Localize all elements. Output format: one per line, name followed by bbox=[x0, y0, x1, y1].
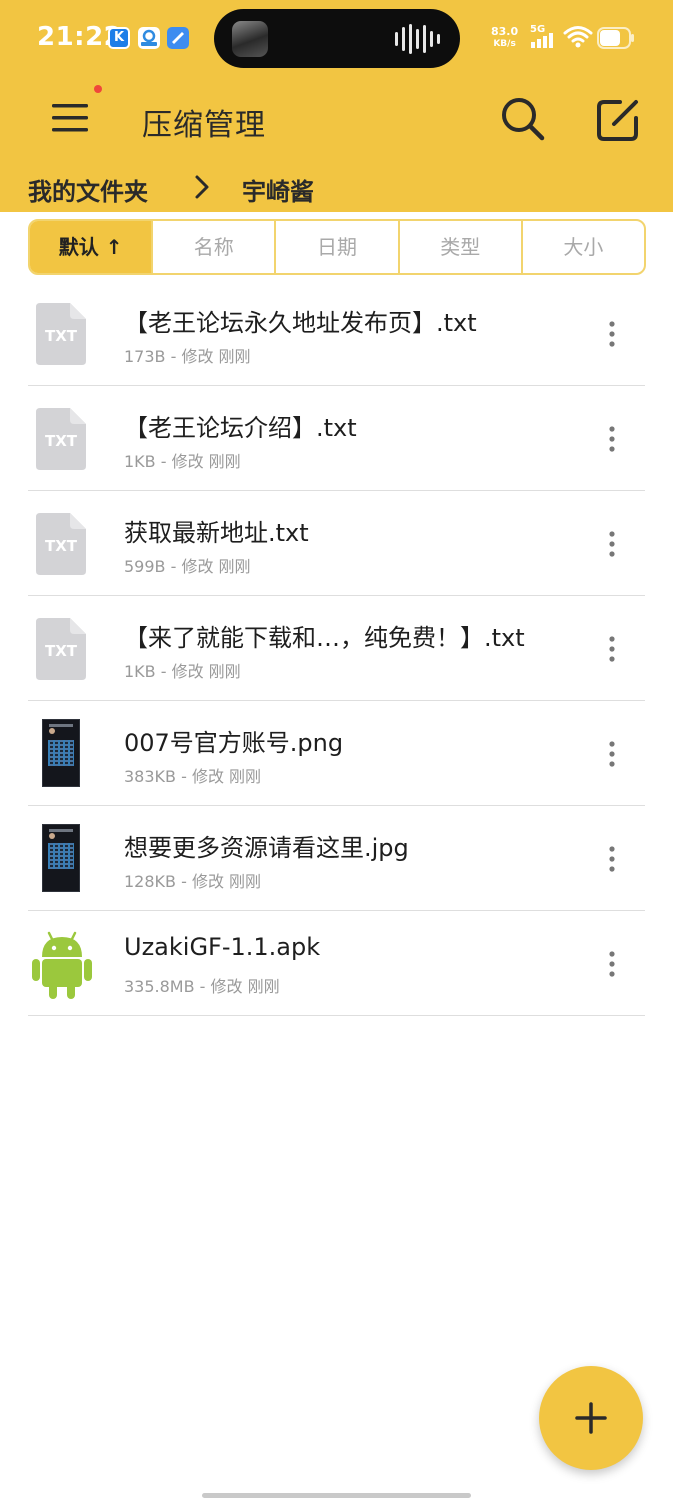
sort-tab-type[interactable]: 类型 bbox=[397, 221, 521, 273]
file-type-label: TXT bbox=[45, 642, 78, 660]
file-meta: 1KB - 修改 刚刚 bbox=[124, 662, 241, 681]
file-meta: 599B - 修改 刚刚 bbox=[124, 557, 251, 576]
notification-dot bbox=[94, 85, 102, 93]
network-speed-unit: KB/s bbox=[493, 39, 516, 49]
breadcrumb: 我的文件夹 宇崎酱 bbox=[0, 168, 673, 208]
breadcrumb-current[interactable]: 宇崎酱 bbox=[242, 172, 314, 207]
txt-file-icon: TXT bbox=[28, 404, 96, 474]
more-options-icon[interactable] bbox=[600, 634, 624, 664]
file-name: 想要更多资源请看这里.jpg bbox=[124, 834, 409, 862]
more-options-icon[interactable] bbox=[600, 319, 624, 349]
file-row[interactable]: TXT 获取最新地址.txt 599B - 修改 刚刚 bbox=[28, 491, 645, 596]
sort-tab-size[interactable]: 大小 bbox=[520, 221, 644, 273]
audio-wave-icon bbox=[395, 23, 440, 55]
app-header: 21:22 K 83.0 KB/s 5G 压缩管理 我的文件夹 宇崎酱 bbox=[0, 0, 673, 212]
file-meta: 335.8MB - 修改 刚刚 bbox=[124, 977, 280, 996]
file-name: 【老王论坛永久地址发布页】.txt bbox=[124, 309, 477, 337]
file-name: 获取最新地址.txt bbox=[124, 519, 309, 547]
file-type-label: TXT bbox=[45, 537, 78, 555]
sort-tab-date[interactable]: 日期 bbox=[274, 221, 397, 273]
sort-tab-default[interactable]: 默认 ↑ bbox=[30, 221, 152, 273]
more-options-icon[interactable] bbox=[600, 424, 624, 454]
file-row[interactable]: 想要更多资源请看这里.jpg 128KB - 修改 刚刚 bbox=[28, 806, 645, 911]
file-row[interactable]: UzakiGF-1.1.apk 335.8MB - 修改 刚刚 bbox=[28, 911, 645, 1016]
more-options-icon[interactable] bbox=[600, 949, 624, 979]
network-speed-value: 83.0 bbox=[491, 25, 519, 38]
gesture-bar[interactable] bbox=[202, 1493, 471, 1498]
file-type-label: TXT bbox=[45, 327, 78, 345]
file-meta: 1KB - 修改 刚刚 bbox=[124, 452, 241, 471]
file-name: 【老王论坛介绍】.txt bbox=[124, 414, 357, 442]
kuaishou-app-icon: K bbox=[108, 27, 130, 49]
menu-button[interactable] bbox=[46, 96, 96, 140]
add-fab-button[interactable] bbox=[539, 1366, 643, 1470]
more-options-icon[interactable] bbox=[600, 739, 624, 769]
android-icon bbox=[28, 929, 96, 999]
file-list: TXT 【老王论坛永久地址发布页】.txt 173B - 修改 刚刚 TXT 【… bbox=[0, 281, 673, 1016]
sort-tab-name[interactable]: 名称 bbox=[151, 221, 274, 273]
file-name: 【来了就能下载和…，纯免费！】.txt bbox=[124, 624, 525, 652]
breadcrumb-root[interactable]: 我的文件夹 bbox=[28, 172, 148, 207]
edit-button[interactable] bbox=[592, 94, 644, 146]
sort-tabs: 默认 ↑ 名称 日期 类型 大小 bbox=[28, 219, 646, 275]
more-options-icon[interactable] bbox=[600, 529, 624, 559]
file-row[interactable]: TXT 【来了就能下载和…，纯免费！】.txt 1KB - 修改 刚刚 bbox=[28, 596, 645, 701]
txt-file-icon: TXT bbox=[28, 614, 96, 684]
txt-file-icon: TXT bbox=[28, 509, 96, 579]
txt-file-icon: TXT bbox=[28, 299, 96, 369]
more-options-icon[interactable] bbox=[600, 844, 624, 874]
media-thumbnail bbox=[232, 21, 268, 57]
file-type-label: TXT bbox=[45, 432, 78, 450]
wifi-icon bbox=[563, 26, 593, 48]
file-row[interactable]: TXT 【老王论坛介绍】.txt 1KB - 修改 刚刚 bbox=[28, 386, 645, 491]
file-row[interactable]: TXT 【老王论坛永久地址发布页】.txt 173B - 修改 刚刚 bbox=[28, 281, 645, 386]
search-icon bbox=[502, 98, 545, 141]
toolbar: 压缩管理 bbox=[0, 82, 673, 158]
file-meta: 173B - 修改 刚刚 bbox=[124, 347, 251, 366]
dynamic-island[interactable] bbox=[214, 9, 460, 68]
plus-icon bbox=[575, 1402, 607, 1434]
search-button[interactable] bbox=[497, 94, 549, 146]
chevron-right-icon bbox=[195, 175, 209, 199]
file-meta: 128KB - 修改 刚刚 bbox=[124, 872, 262, 891]
battery-icon bbox=[597, 27, 634, 49]
hamburger-menu-icon bbox=[52, 104, 88, 132]
store-app-icon bbox=[138, 27, 160, 49]
file-row[interactable]: 007号官方账号.png 383KB - 修改 刚刚 bbox=[28, 701, 645, 806]
image-thumbnail bbox=[28, 824, 96, 894]
browser-app-icon bbox=[167, 27, 189, 49]
status-bar: 21:22 K 83.0 KB/s 5G bbox=[0, 0, 673, 80]
image-thumbnail bbox=[28, 719, 96, 789]
edit-icon bbox=[597, 100, 638, 141]
signal-5g-icon: 5G bbox=[529, 24, 559, 50]
file-meta: 383KB - 修改 刚刚 bbox=[124, 767, 262, 786]
page-title: 压缩管理 bbox=[142, 108, 266, 143]
file-name: UzakiGF-1.1.apk bbox=[124, 933, 321, 961]
file-name: 007号官方账号.png bbox=[124, 729, 344, 757]
network-speed: 83.0 KB/s bbox=[491, 26, 518, 50]
